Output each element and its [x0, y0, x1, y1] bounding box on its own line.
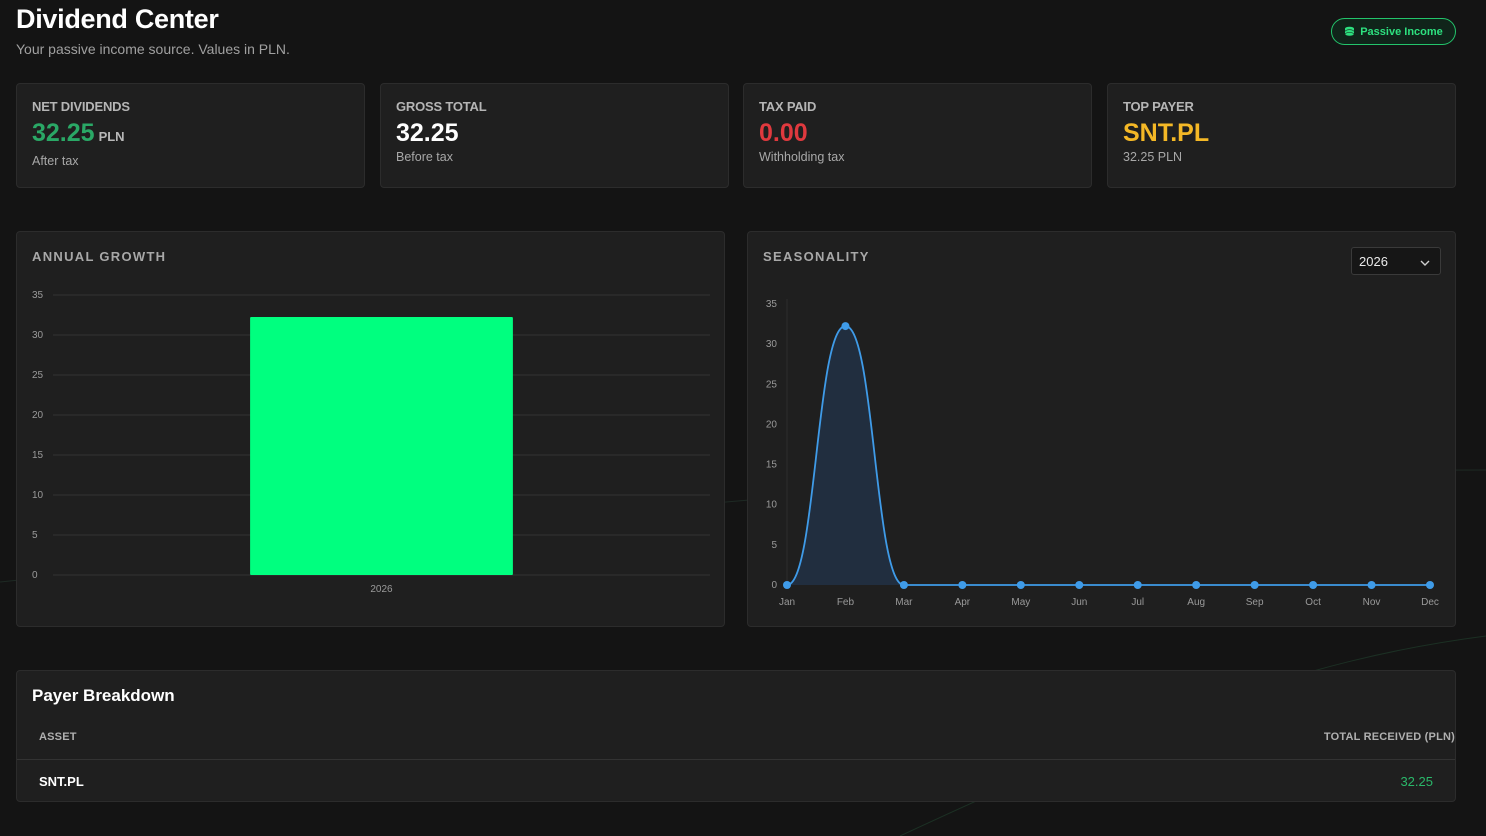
data-point: [1016, 581, 1025, 589]
coins-icon: [1344, 26, 1355, 37]
series-area: [787, 326, 1430, 585]
payer-breakdown-title: Payer Breakdown: [32, 686, 175, 705]
stat-value: 32.25: [396, 119, 459, 147]
x-tick-label: 2026: [370, 584, 393, 595]
stat-card-net-dividends: NET DIVIDENDS 32.25 PLN After tax: [16, 83, 365, 188]
x-tick-label: Aug: [1187, 597, 1205, 608]
y-tick-label: 10: [766, 500, 778, 511]
data-point: [899, 581, 908, 589]
y-tick-label: 15: [766, 460, 778, 471]
table-row[interactable]: SNT.PL 32.25: [17, 761, 1455, 801]
x-tick-label: Apr: [955, 597, 971, 608]
stat-value: 32.25 PLN: [32, 119, 349, 151]
stat-label: TAX PAID: [759, 99, 817, 114]
stat-unit: PLN: [98, 129, 125, 144]
data-point: [1192, 581, 1201, 589]
y-tick-label: 10: [32, 490, 44, 501]
x-tick-label: Mar: [895, 597, 913, 608]
y-tick-label: 20: [32, 410, 44, 421]
stat-note: Withholding tax: [759, 150, 845, 164]
data-point: [783, 581, 791, 589]
seasonality-chart: 0 5 10 15 20 25 30 35 Jan Feb Mar Apr May Jun Jul Aug Se…: [766, 299, 1439, 608]
stat-label: TOP PAYER: [1123, 99, 1194, 114]
stat-card-gross-total: GROSS TOTAL 32.25 Before tax: [380, 83, 729, 188]
dividend-dashboard: Dividend Center Your passive income sour…: [0, 0, 1486, 836]
y-tick-label: 20: [766, 419, 778, 430]
payer-breakdown-card: Payer Breakdown ASSET TOTAL RECEIVED (PL…: [16, 670, 1456, 802]
y-tick-label: 15: [32, 450, 44, 461]
data-point: [958, 581, 967, 589]
x-tick-label: Feb: [837, 597, 855, 608]
x-tick-label: Jun: [1071, 597, 1087, 608]
stat-value-number: 32.25: [32, 119, 95, 147]
stat-card-tax-paid: TAX PAID 0.00 Withholding tax: [743, 83, 1092, 188]
stat-value: 0.00: [759, 119, 808, 147]
x-tick-label: Jul: [1131, 597, 1144, 608]
passive-income-badge: Passive Income: [1331, 18, 1456, 45]
y-tick-label: 0: [32, 570, 38, 581]
y-tick-label: 5: [771, 540, 777, 551]
bar: [250, 317, 513, 575]
x-tick-label: Dec: [1421, 597, 1439, 608]
x-tick-label: Jan: [779, 597, 795, 608]
x-tick-label: Sep: [1246, 597, 1264, 608]
badge-label: Passive Income: [1360, 25, 1443, 38]
stat-note: After tax: [32, 154, 79, 168]
y-tick-label: 0: [771, 580, 777, 591]
y-tick-label: 35: [766, 299, 778, 310]
stat-card-top-payer: TOP PAYER SNT.PL 32.25 PLN: [1107, 83, 1456, 188]
page-subtitle: Your passive income source. Values in PL…: [16, 41, 290, 57]
column-header-asset[interactable]: ASSET: [39, 731, 77, 743]
stat-value: SNT.PL: [1123, 119, 1210, 147]
data-point: [1426, 581, 1434, 589]
stat-label: NET DIVIDENDS: [32, 99, 130, 114]
x-tick-label: Nov: [1363, 597, 1381, 608]
y-tick-label: 25: [32, 370, 44, 381]
stat-label: GROSS TOTAL: [396, 99, 487, 114]
y-tick-label: 25: [766, 379, 778, 390]
stat-note: 32.25 PLN: [1123, 150, 1183, 164]
page-header: Dividend Center Your passive income sour…: [16, 4, 290, 57]
data-point: [1309, 581, 1318, 589]
y-tick-label: 30: [32, 330, 44, 341]
data-point: [1075, 581, 1084, 589]
cell-total: 32.25: [1400, 774, 1433, 789]
seasonality-card: SEASONALITY 2026 0 5 10 15 20 25 30 35 Jan Feb Mar…: [747, 231, 1456, 627]
column-header-total[interactable]: TOTAL RECEIVED (PLN): [1324, 731, 1455, 743]
data-point: [1367, 581, 1376, 589]
annual-growth-card: ANNUAL GROWTH 0 5 10 15 20 25 30 35 2026: [16, 231, 725, 627]
annual-growth-chart: 0 5 10 15 20 25 30 35 2026: [32, 290, 710, 595]
y-tick-label: 30: [766, 339, 778, 350]
data-point: [1133, 581, 1142, 589]
y-tick-label: 35: [32, 290, 44, 301]
y-tick-label: 5: [32, 530, 38, 541]
table-header: ASSET TOTAL RECEIVED (PLN): [17, 716, 1455, 760]
data-point: [841, 322, 850, 331]
stat-note: Before tax: [396, 150, 453, 164]
page-title: Dividend Center: [16, 4, 219, 34]
data-point: [1250, 581, 1259, 589]
x-tick-label: May: [1011, 597, 1030, 608]
cell-asset: SNT.PL: [39, 774, 84, 789]
x-tick-label: Oct: [1305, 597, 1321, 608]
